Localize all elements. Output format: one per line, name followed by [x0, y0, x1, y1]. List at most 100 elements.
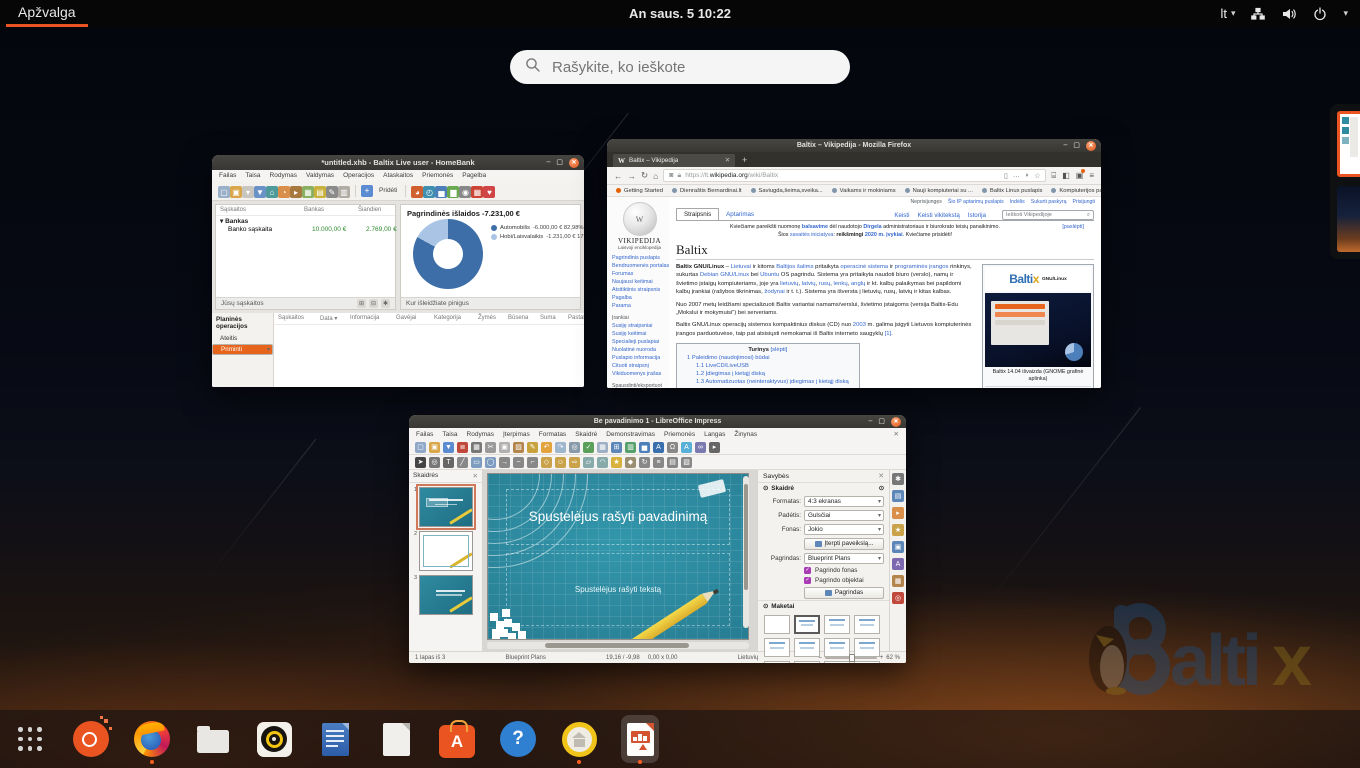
action-history[interactable]: Istorija [968, 212, 986, 219]
add-transaction-label[interactable]: Pridėti [379, 187, 397, 194]
slide-thumbnail-2[interactable]: 2 [411, 531, 479, 571]
save-icon[interactable]: ▼ [443, 442, 454, 453]
action-edit-source[interactable]: Keisti vikitekstą [917, 212, 959, 219]
zoom-in-icon[interactable]: + [880, 655, 884, 661]
forward-icon[interactable]: → [628, 171, 637, 181]
shield-icon[interactable]: ◙ [669, 172, 673, 179]
save-file-icon[interactable]: ▼ [254, 186, 266, 198]
column-header[interactable]: Bankas [304, 207, 358, 213]
menu-item[interactable]: Failas [219, 172, 236, 179]
menu-item[interactable]: Valdymas [306, 172, 334, 179]
new-icon[interactable]: ▢ [415, 442, 426, 453]
library-icon[interactable]: ⌸ [1051, 171, 1056, 181]
bookmark-item[interactable]: Saviugda,šeima,sveika... [751, 188, 823, 194]
wiki-link[interactable]: Dirgela [863, 224, 881, 230]
undo-icon[interactable]: ↶ [541, 442, 552, 453]
hide-banner-link[interactable]: [paslėpti] [1062, 224, 1084, 232]
menu-item[interactable]: Demonstravimas [606, 431, 655, 438]
layout-thumbnail[interactable] [794, 638, 820, 657]
slide[interactable]: Spustelėjus rašyti pavadinimą Spustelėju… [487, 473, 749, 640]
impress-window[interactable]: Be pavadinimo 1 - LibreOffice Impress ‒▢… [409, 415, 906, 663]
collapse-icon[interactable]: ⊟ [369, 299, 378, 308]
donate-icon[interactable]: ♥ [483, 186, 495, 198]
wiki-link[interactable]: žodynai [764, 289, 784, 295]
sidebar-link[interactable]: Susiję keitimai [612, 330, 667, 338]
sidebar-link[interactable]: Parama [612, 302, 667, 310]
bookmark-item[interactable]: Dienraštis Bernardinai.lt [672, 188, 742, 194]
symbol-shapes-icon[interactable]: ☺ [555, 457, 566, 468]
dock-item-writer[interactable] [316, 714, 354, 764]
cut-icon[interactable]: ✂ [485, 442, 496, 453]
stars-banners-icon[interactable]: ★ [611, 457, 622, 468]
animation-icon[interactable]: ★ [892, 524, 904, 536]
wiki-link[interactable]: anglų [851, 281, 865, 287]
wiki-link[interactable]: programinės įrangos [895, 264, 949, 270]
layout-thumbnail[interactable] [794, 615, 820, 634]
sidebar-item-remind[interactable]: Priminti [212, 344, 273, 355]
dock-item-help[interactable]: ? [499, 714, 537, 764]
add-transaction-icon[interactable]: + [361, 185, 373, 197]
wiki-link[interactable]: 2003 [853, 322, 866, 328]
start-slideshow-icon[interactable]: ▸ [709, 442, 720, 453]
layout-thumbnail[interactable] [824, 638, 850, 657]
rectangle-icon[interactable]: ▭ [471, 457, 482, 468]
find-replace-icon[interactable]: ◎ [569, 442, 580, 453]
align-icon[interactable]: ≡ [653, 457, 664, 468]
3d-objects-icon[interactable]: ◆ [625, 457, 636, 468]
dock-item-firefox[interactable] [133, 714, 171, 764]
reader-mode-icon[interactable]: ▯ [1004, 172, 1008, 180]
url-bar[interactable]: ◙ 🔒︎ https://lt.wikipedia.org/wiki/Balti… [663, 169, 1046, 182]
ledger-icon[interactable]: ▥ [338, 186, 350, 198]
toc-link[interactable]: 1 Paleidimo (naudojimosi) būdai [687, 354, 849, 362]
wiki-link[interactable]: Ubuntu [760, 272, 779, 278]
sidebar-link[interactable]: Susiję straipsniai [612, 322, 667, 330]
close-icon[interactable]: ✕ [878, 472, 884, 480]
gallery-icon[interactable]: ▦ [892, 575, 904, 587]
menu-item[interactable]: Skaidrė [575, 431, 597, 438]
trend-time-icon[interactable]: ◴ [423, 186, 435, 198]
extension-icon[interactable]: ▣ [1076, 171, 1084, 180]
toc-link[interactable]: 1.1 LiveCD/LiveUSB [687, 362, 849, 370]
column-header[interactable]: Suma [540, 315, 568, 322]
expand-icon[interactable]: ⊞ [357, 299, 366, 308]
layout-thumbnail[interactable] [824, 661, 850, 663]
menu-item[interactable]: Failas [416, 431, 433, 438]
close-icon[interactable]: ✕ [473, 472, 478, 480]
language-selector[interactable]: Lietuvių [738, 655, 759, 661]
menu-item[interactable]: Rodymas [270, 172, 297, 179]
show-applications-button[interactable] [11, 714, 49, 764]
system-indicators[interactable]: lt▾ ▾ [1220, 6, 1348, 22]
tab-close-icon[interactable]: ✕ [725, 157, 730, 164]
connector-icon[interactable]: ⌐ [527, 457, 538, 468]
open-menu-icon[interactable]: ▾ [242, 186, 254, 198]
sidebar-link[interactable]: Pagalba [612, 294, 667, 302]
layout-thumbnail[interactable] [794, 661, 820, 663]
bookmark-item[interactable]: Baltix Linux puslapis [982, 188, 1043, 194]
sidebar-link[interactable]: Bendruomenės portalas [612, 262, 667, 270]
balance-report-icon[interactable]: ▅ [435, 186, 447, 198]
properties-icon[interactable]: ▤ [892, 490, 904, 502]
sidebar-settings-icon[interactable]: ✱ [892, 473, 904, 485]
browser-tab[interactable]: W Baltix – Vikipedija ✕ [613, 154, 735, 167]
search-icon[interactable]: ⌕ [1087, 212, 1090, 219]
fontwork-icon[interactable]: A [681, 442, 692, 453]
wiki-link[interactable]: balsavime [802, 224, 828, 230]
slide-canvas[interactable]: Spustelėjus rašyti pavadinimą Spustelėju… [483, 470, 757, 651]
menu-item[interactable]: Taisa [442, 431, 457, 438]
column-header[interactable]: Būsena [508, 315, 540, 322]
column-header[interactable]: Gavėjai [396, 315, 434, 322]
styles-icon[interactable]: A [892, 558, 904, 570]
layout-thumbnail[interactable] [824, 615, 850, 634]
column-header[interactable]: Data ▾ [320, 315, 350, 322]
layout-thumbnail[interactable] [764, 615, 790, 634]
slide-thumbnail-3[interactable]: 3 [411, 575, 479, 615]
insert-text-box-icon[interactable]: A [653, 442, 664, 453]
callouts-icon[interactable]: ◠ [597, 457, 608, 468]
statistics-pie-icon[interactable]: ◕ [411, 186, 423, 198]
layout-thumbnail[interactable] [854, 661, 880, 663]
zoom-slider[interactable] [825, 657, 877, 659]
insert-text-icon[interactable]: T [443, 457, 454, 468]
page-actions-icon[interactable]: … [1013, 172, 1020, 180]
minimize-icon[interactable]: ‒ [868, 418, 872, 425]
slide-thumbnail-1[interactable]: 1 [411, 487, 479, 527]
